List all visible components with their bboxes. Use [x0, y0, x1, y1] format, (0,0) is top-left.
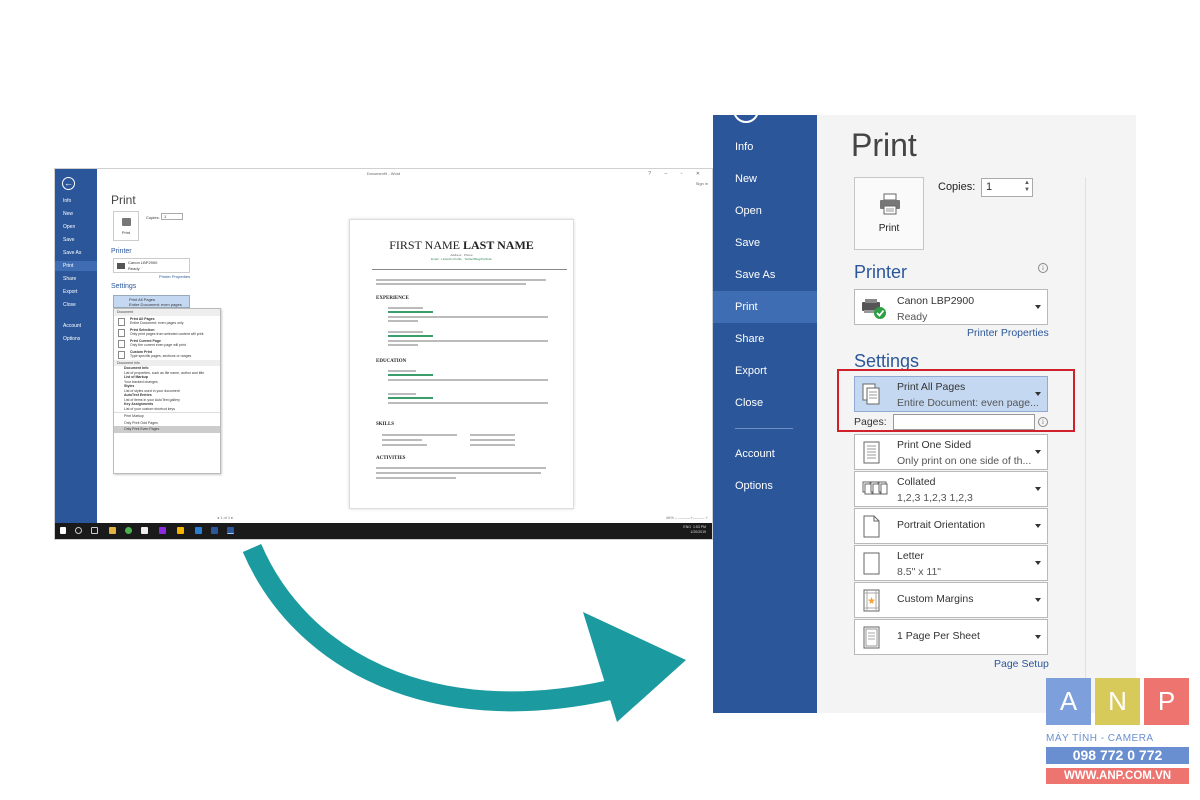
print-button[interactable]: Print	[854, 177, 924, 250]
sidebar-item-open[interactable]: Open	[713, 195, 817, 227]
sidebar-item-print[interactable]: Print	[713, 291, 817, 323]
highlight-box	[837, 369, 1075, 432]
print-button-label: Print	[878, 223, 900, 234]
chevron-down-icon	[1035, 635, 1041, 639]
printer-icon	[880, 193, 900, 215]
paper-size-icon	[863, 552, 880, 575]
setting-title: Letter	[897, 550, 924, 562]
one-sided-page-icon	[863, 441, 880, 464]
setting-subtitle: Only print on one side of th...	[897, 455, 1032, 467]
sidebar-item-info[interactable]: Info	[713, 131, 817, 163]
page-per-sheet-icon	[863, 626, 880, 649]
sidebar-item-close[interactable]: Close	[713, 387, 817, 419]
orientation-select[interactable]: Portrait Orientation	[854, 508, 1048, 544]
copies-spinner-icon[interactable]: ▲ ▼	[1024, 180, 1030, 194]
chevron-down-icon	[1035, 598, 1041, 602]
collation-select[interactable]: Collated 1,2,3 1,2,3 1,2,3	[854, 471, 1048, 507]
chevron-down-icon	[1035, 450, 1041, 454]
printer-ready-icon	[862, 299, 886, 319]
printer-status: Ready	[897, 311, 928, 323]
logo-tagline: MÁY TÍNH - CAMERA	[1046, 733, 1154, 744]
print-heading: Print	[851, 127, 917, 163]
logo-letter-p: P	[1144, 678, 1189, 725]
info-icon[interactable]: i	[1038, 263, 1048, 273]
sides-select[interactable]: Print One Sided Only print on one side o…	[854, 434, 1048, 470]
setting-title: Portrait Orientation	[897, 519, 986, 531]
pane-divider	[1085, 177, 1086, 697]
printer-name: Canon LBP2900	[897, 295, 975, 307]
backstage-sidebar: Info New Open Save Save As Print Share E…	[713, 115, 817, 713]
setting-title: Custom Margins	[897, 593, 974, 605]
sidebar-item-save-as[interactable]: Save As	[713, 259, 817, 291]
logo-website: WWW.ANP.COM.VN	[1046, 768, 1189, 784]
sidebar-item-export[interactable]: Export	[713, 355, 817, 387]
setting-subtitle: 8.5" x 11"	[897, 566, 942, 578]
printer-select[interactable]: Canon LBP2900 Ready	[854, 289, 1048, 325]
logo-phone: 098 772 0 772	[1046, 747, 1189, 764]
sidebar-divider	[735, 428, 793, 429]
page-setup-link[interactable]: Page Setup	[994, 658, 1049, 670]
setting-title: 1 Page Per Sheet	[897, 630, 980, 642]
chevron-down-icon	[1035, 305, 1041, 309]
logo-letter-n: N	[1095, 678, 1140, 725]
sidebar-item-share[interactable]: Share	[713, 323, 817, 355]
anp-logo: A N P MÁY TÍNH - CAMERA 098 772 0 772 WW…	[1046, 678, 1189, 790]
printer-properties-link[interactable]: Printer Properties	[967, 327, 1049, 339]
sidebar-item-account[interactable]: Account	[713, 438, 817, 470]
pages-per-sheet-select[interactable]: 1 Page Per Sheet	[854, 619, 1048, 655]
back-button-icon[interactable]	[733, 115, 759, 123]
chevron-down-icon	[1035, 487, 1041, 491]
paper-size-select[interactable]: Letter 8.5" x 11"	[854, 545, 1048, 581]
setting-title: Print One Sided	[897, 439, 972, 451]
logo-letter-a: A	[1046, 678, 1091, 725]
sidebar-item-new[interactable]: New	[713, 163, 817, 195]
sidebar-item-save[interactable]: Save	[713, 227, 817, 259]
margins-icon	[863, 589, 880, 612]
chevron-down-icon	[1035, 524, 1041, 528]
copies-input[interactable]: 1 ▲ ▼	[981, 178, 1033, 197]
portrait-page-icon	[863, 515, 880, 538]
printer-heading: Printer	[854, 262, 908, 282]
setting-subtitle: 1,2,3 1,2,3 1,2,3	[897, 492, 973, 504]
collated-icon	[862, 481, 888, 495]
setting-title: Collated	[897, 476, 936, 488]
copies-value: 1	[986, 181, 993, 193]
sidebar-item-options[interactable]: Options	[713, 470, 817, 502]
margins-select[interactable]: Custom Margins	[854, 582, 1048, 618]
chevron-down-icon	[1035, 561, 1041, 565]
copies-label: Copies:	[938, 181, 976, 193]
